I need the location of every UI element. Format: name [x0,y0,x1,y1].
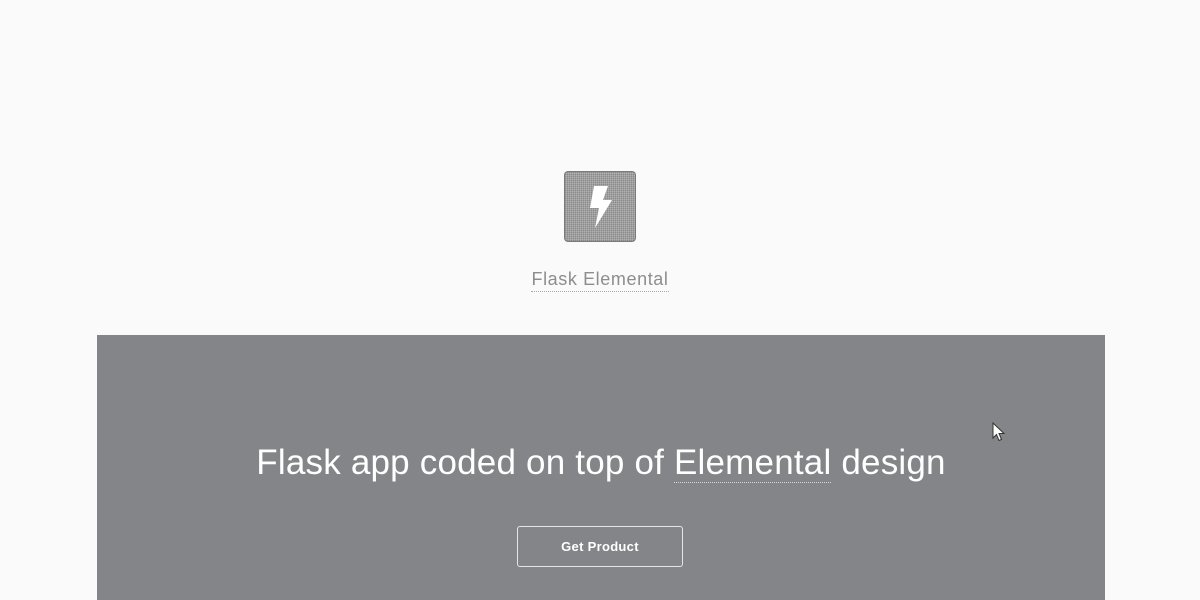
hero-section: Flask app coded on top of Elemental desi… [97,335,1105,600]
get-product-button[interactable]: Get Product [517,526,683,567]
hero-title-prefix: Flask app coded on top of [256,443,674,482]
lightning-bolt-icon [590,185,612,228]
logo[interactable] [564,171,636,242]
landing-page: Flask Elemental Flask app coded on top o… [0,0,1200,600]
brand-name-link[interactable]: Flask Elemental [531,268,669,292]
hero-title: Flask app coded on top of Elemental desi… [97,440,1105,486]
hero-title-suffix: design [831,443,946,482]
brand-header: Flask Elemental [0,171,1200,292]
mouse-cursor-icon [992,422,1006,442]
elemental-link[interactable]: Elemental [674,443,832,483]
